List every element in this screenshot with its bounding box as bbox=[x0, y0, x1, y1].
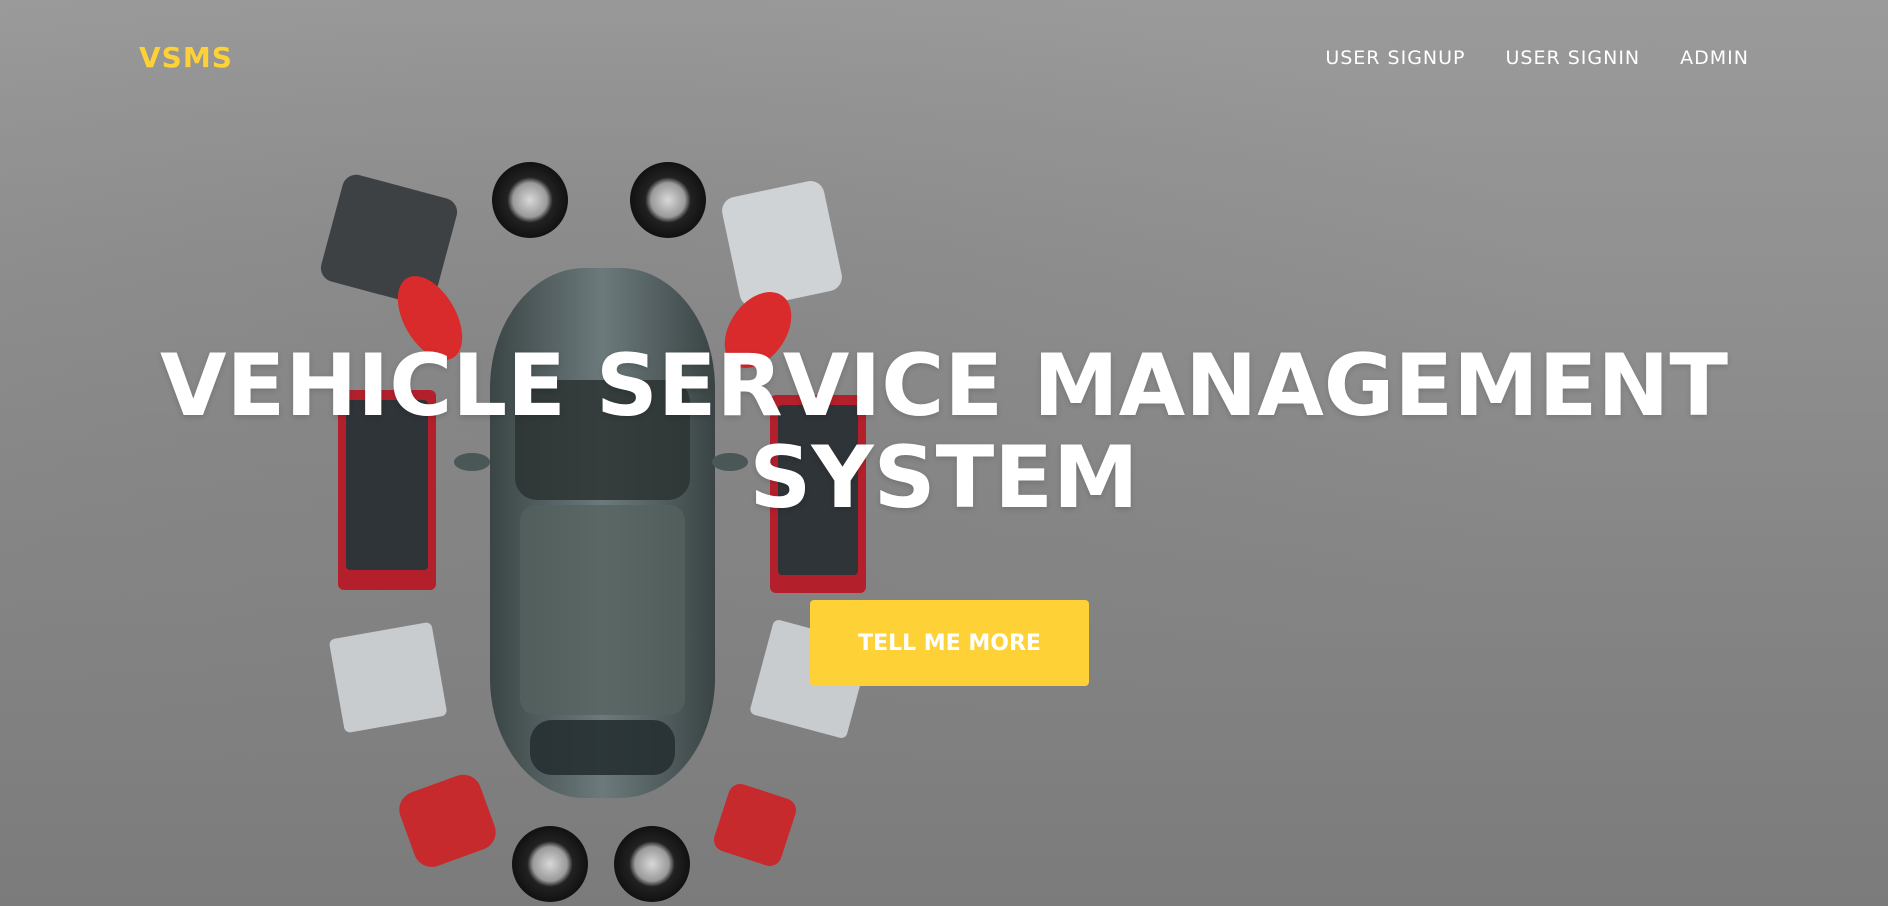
brand-logo-link[interactable]: VSMS bbox=[139, 38, 233, 78]
hero-title: VEHICLE SERVICE MANAGEMENT SYSTEM bbox=[0, 340, 1888, 524]
nav-admin-link[interactable]: ADMIN bbox=[1680, 47, 1749, 69]
hero-section: VSMS USER SIGNUP USER SIGNIN ADMIN VEHIC… bbox=[0, 0, 1888, 906]
tell-me-more-button[interactable]: TELL ME MORE bbox=[810, 600, 1089, 686]
nav-user-signup-link[interactable]: USER SIGNUP bbox=[1325, 47, 1465, 69]
hero-title-line-1: VEHICLE SERVICE MANAGEMENT bbox=[159, 336, 1729, 436]
nav-menu: USER SIGNUP USER SIGNIN ADMIN bbox=[1325, 38, 1749, 78]
top-navbar: VSMS USER SIGNUP USER SIGNIN ADMIN bbox=[0, 0, 1888, 110]
nav-user-signin-link[interactable]: USER SIGNIN bbox=[1506, 47, 1641, 69]
hero-title-line-2: SYSTEM bbox=[749, 428, 1139, 528]
